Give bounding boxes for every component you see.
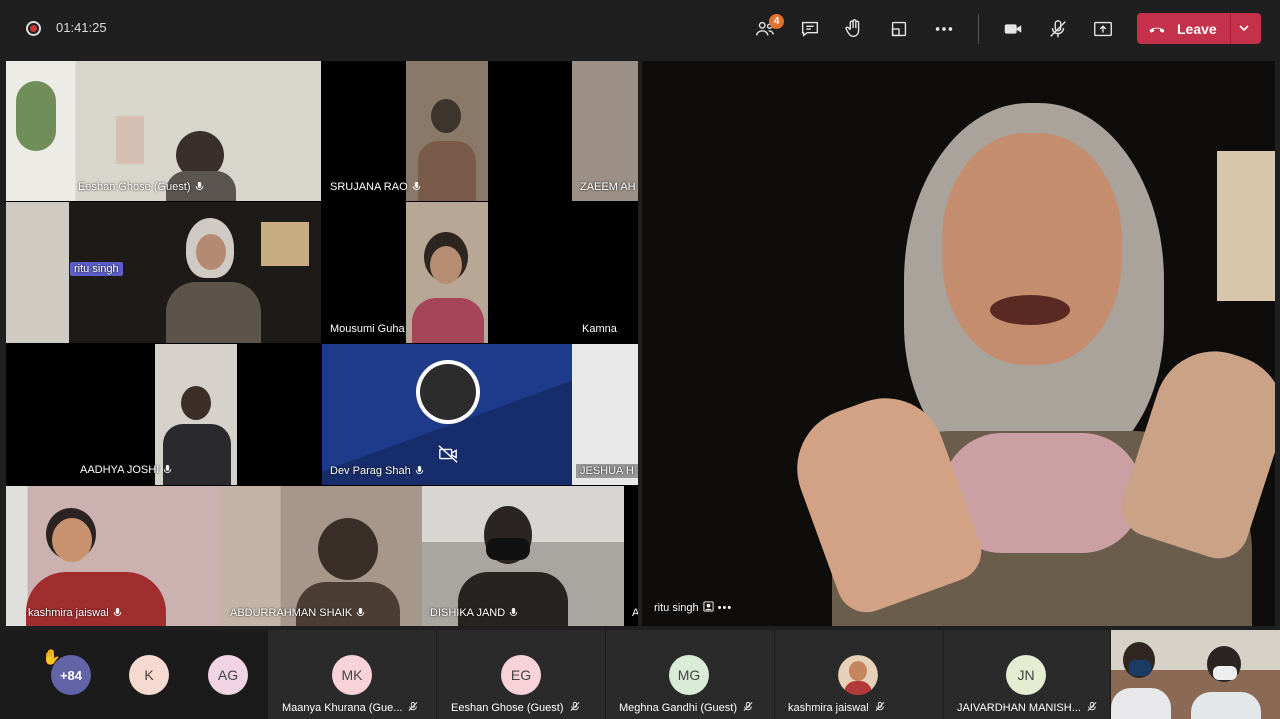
avatar[interactable]: MK: [332, 655, 372, 695]
participant-name: ABDURRAHMAN SHAIK: [226, 606, 368, 620]
mic-icon: [412, 182, 420, 192]
mic-button[interactable]: [1045, 16, 1071, 42]
strip-participant-name: Maanya Khurana (Gue...: [282, 701, 418, 715]
featured-participant-name: ritu singh •••: [654, 601, 733, 615]
face: [942, 133, 1122, 365]
recording-icon: [26, 21, 41, 36]
camera-icon: [1004, 24, 1022, 34]
participant-name: ZAEEM AH: [580, 181, 636, 193]
mic-icon: [509, 608, 518, 618]
more-participants-button[interactable]: +84: [51, 655, 91, 695]
hang-up-icon: [1137, 24, 1177, 34]
mic-muted-icon: [570, 701, 580, 715]
video-tile[interactable]: Dev Parag Shah: [322, 344, 572, 485]
mouth: [990, 295, 1070, 325]
share-screen-icon: [1094, 21, 1112, 37]
meeting-timer: 01:41:25: [56, 20, 107, 35]
participant-name: DISHIKA JAND: [426, 606, 521, 620]
raise-hand-button[interactable]: [841, 16, 867, 42]
camera-button[interactable]: [1000, 16, 1026, 42]
strip-participant-name: kashmira jaiswal: [788, 701, 885, 715]
obs-logo-icon: [416, 360, 480, 424]
video-tile[interactable]: JESHUA H: [572, 344, 638, 485]
participant-name: Eeshan Ghose (Guest): [74, 180, 207, 194]
leave-separator: [1230, 13, 1231, 44]
avatar[interactable]: [838, 655, 878, 695]
leave-label: Leave: [1177, 20, 1217, 37]
participant-name: Dev Parag Shah: [326, 464, 427, 478]
strip-participant-name: JAIVARDHAN MANISH...: [957, 701, 1097, 715]
pin-icon[interactable]: [703, 601, 714, 615]
participant-name: AADHYA JOSHI: [76, 463, 175, 477]
featured-video[interactable]: ritu singh •••: [642, 61, 1275, 626]
camera-off-icon: [437, 444, 459, 469]
breakout-rooms-icon: [891, 21, 907, 37]
background-box: [1217, 151, 1275, 301]
leave-button[interactable]: Leave: [1137, 13, 1261, 44]
strip-participant-name: Eeshan Ghose (Guest): [451, 701, 580, 715]
chat-button[interactable]: [797, 16, 823, 42]
mic-muted-icon: [408, 701, 418, 715]
mic-icon: [163, 465, 172, 475]
mic-muted-icon: [743, 701, 753, 715]
participant-name: Kamna: [582, 323, 617, 335]
video-tile[interactable]: ZAEEM AH: [572, 61, 638, 201]
video-tile[interactable]: ritu singh: [6, 202, 321, 343]
mic-icon: [415, 466, 423, 476]
more-actions-button[interactable]: [931, 16, 957, 42]
mic-muted-icon: [875, 701, 885, 715]
participants-count-badge: 4: [769, 14, 784, 29]
video-tile[interactable]: Eeshan Ghose (Guest): [6, 61, 321, 201]
more-icon: [935, 27, 953, 31]
mic-icon: [356, 608, 365, 618]
mic-muted-icon: [1087, 701, 1097, 715]
more-icon[interactable]: •••: [718, 602, 733, 614]
avatar[interactable]: JN: [1006, 655, 1046, 695]
video-tile[interactable]: kashmira jaiswal: [6, 486, 220, 626]
rooms-button[interactable]: [886, 16, 912, 42]
share-button[interactable]: [1090, 16, 1116, 42]
mic-muted-icon: [1050, 20, 1066, 38]
avatar[interactable]: K: [129, 655, 169, 695]
self-view-video[interactable]: [1111, 630, 1280, 719]
participant-name-active: ritu singh: [70, 262, 123, 276]
toolbar-divider: [978, 14, 979, 44]
mic-icon: [113, 608, 121, 618]
video-tile[interactable]: [406, 202, 488, 343]
participant-name: JESHUA H: [576, 464, 638, 478]
participant-name: Mousumi Guha: [330, 323, 405, 335]
hand-icon: [845, 19, 860, 38]
video-tile[interactable]: ABDURRAHMAN SHAIK: [220, 486, 422, 626]
avatar[interactable]: AG: [208, 655, 248, 695]
participant-name: SRUJANA RAO: [326, 180, 424, 194]
chat-icon: [801, 21, 819, 37]
participant-name: kashmira jaiswal: [24, 606, 125, 620]
video-tile[interactable]: DISHIKA JAND: [422, 486, 624, 626]
meeting-toolbar: 01:41:25 4 Leave: [0, 0, 1280, 58]
avatar[interactable]: MG: [669, 655, 709, 695]
mic-icon: [195, 182, 203, 192]
video-gallery: Eeshan Ghose (Guest) SRUJANA RAO ZAEEM A…: [6, 61, 638, 626]
participant-name: A: [632, 607, 638, 619]
leave-options-chevron-down-icon[interactable]: [1237, 21, 1251, 40]
avatar[interactable]: EG: [501, 655, 541, 695]
strip-participant-name: Meghna Gandhi (Guest): [619, 701, 753, 715]
